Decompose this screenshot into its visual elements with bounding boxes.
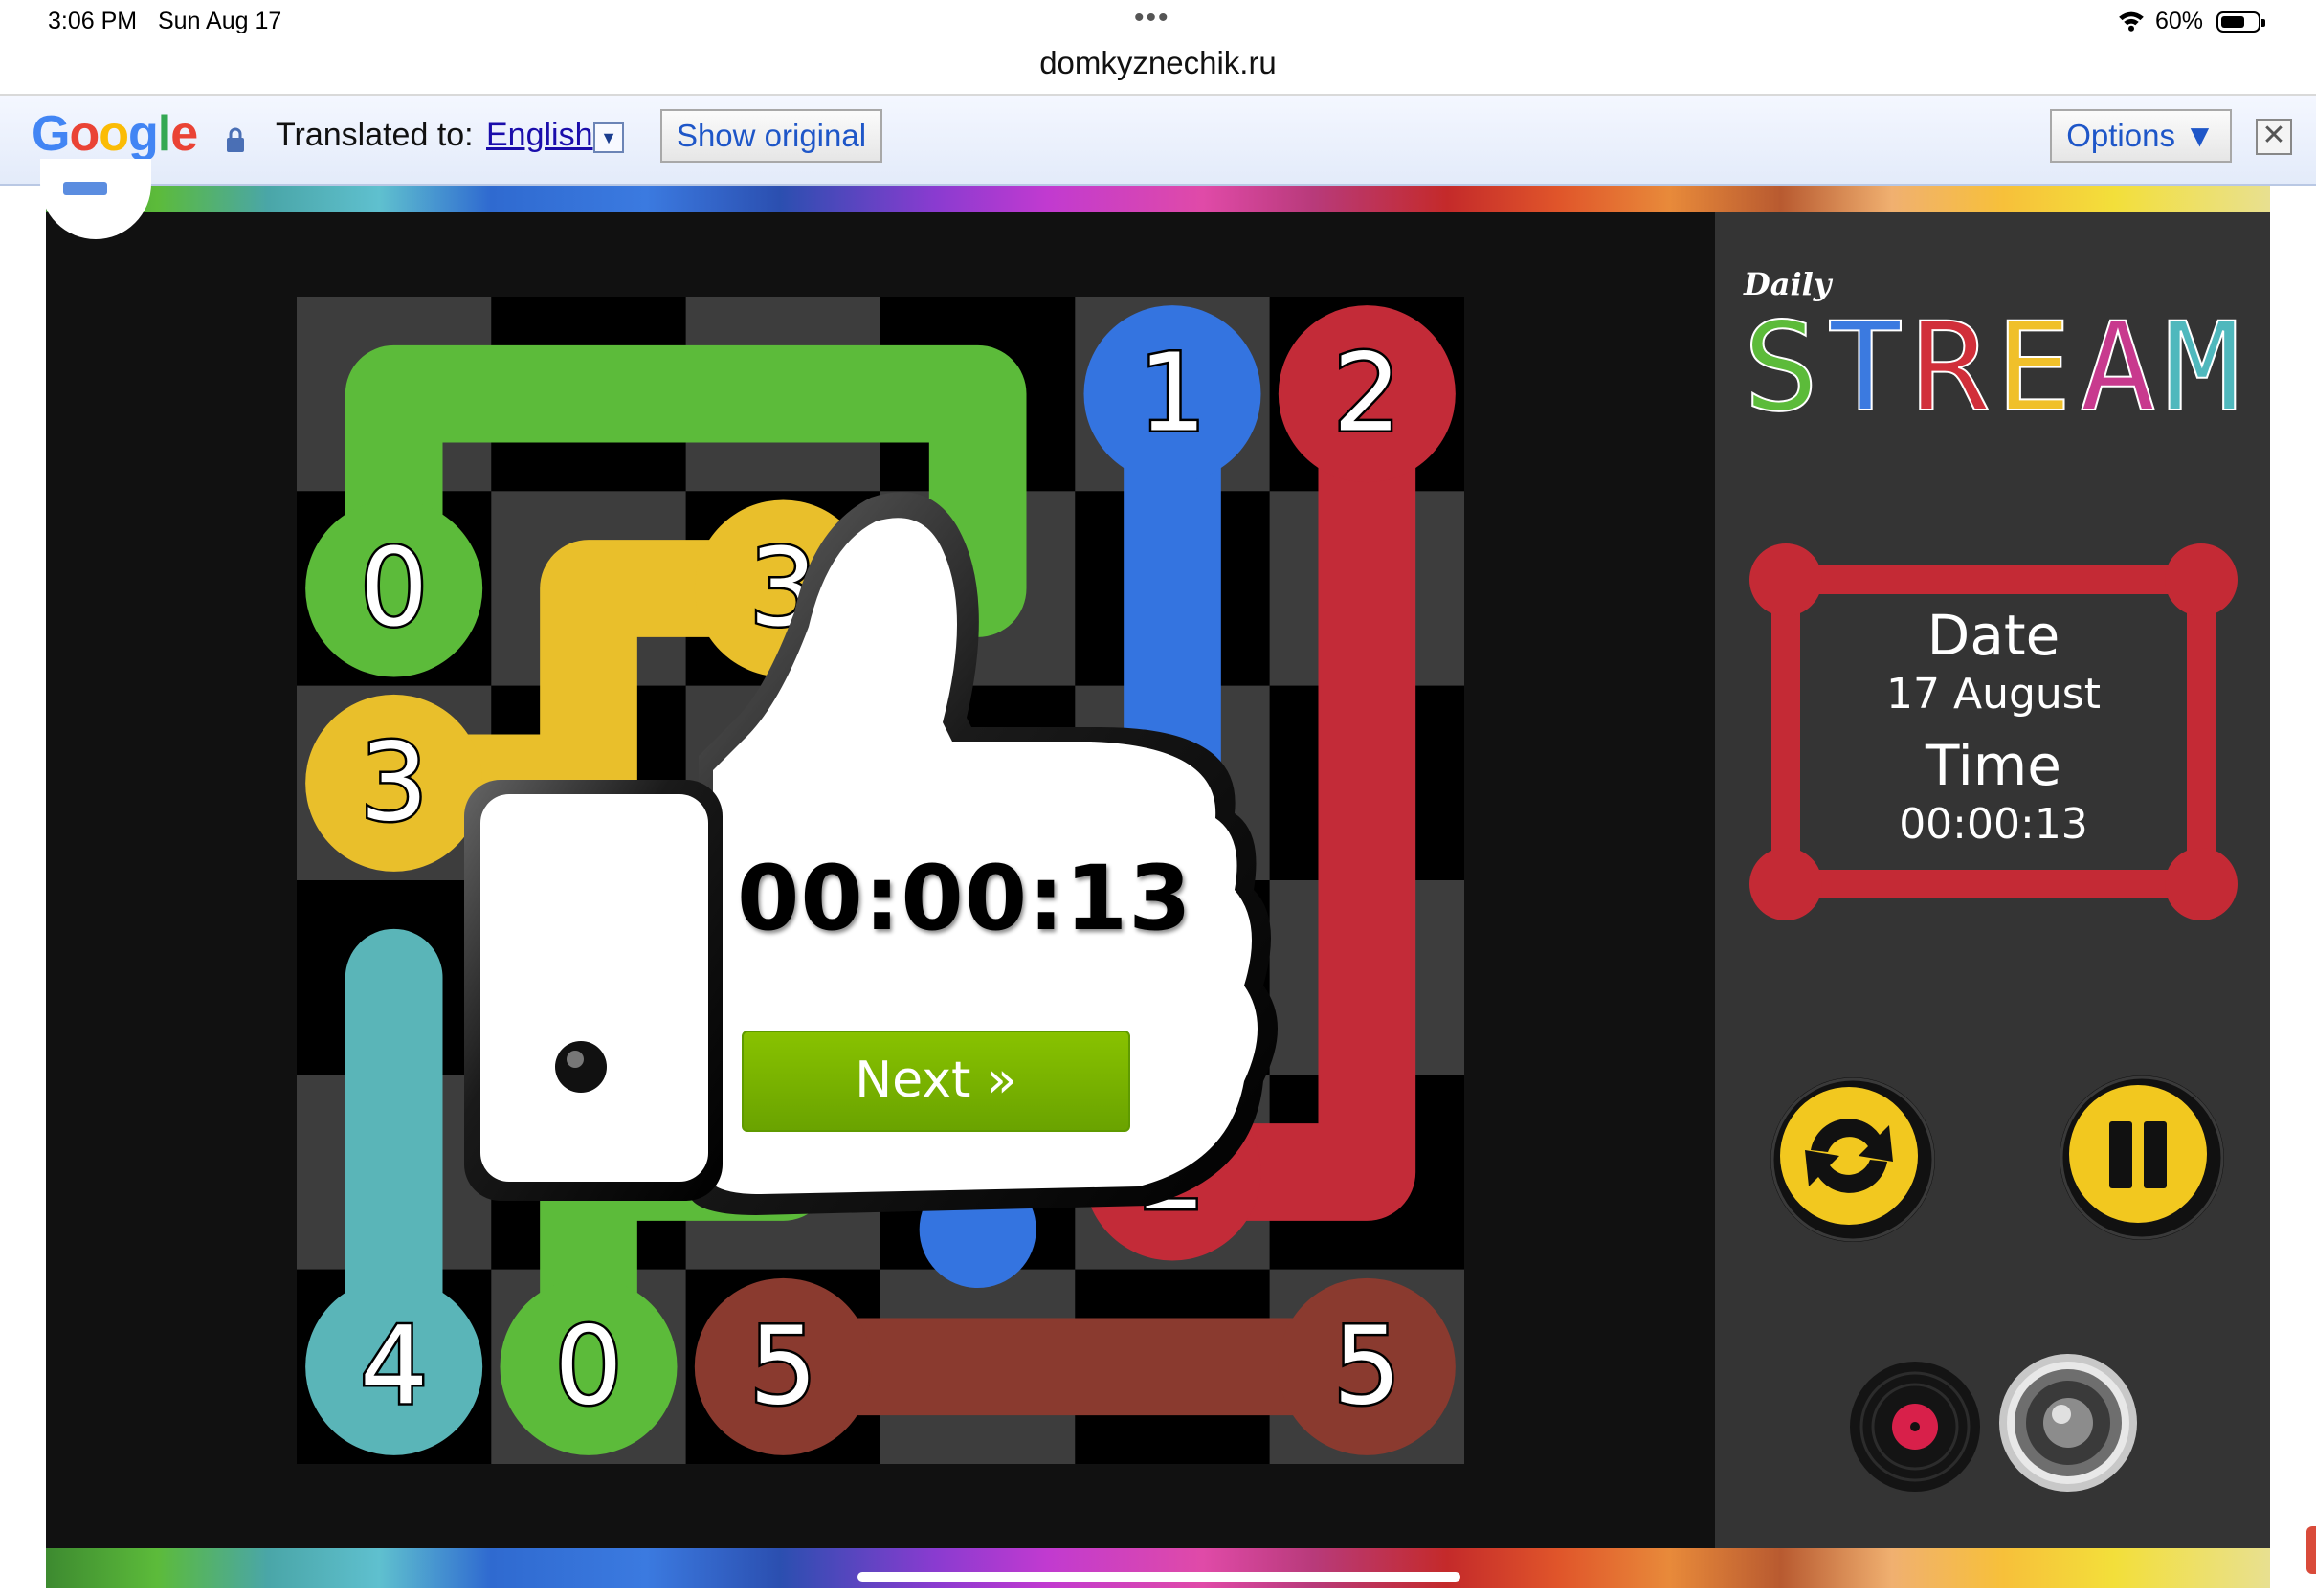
time-label: Time [1926,733,2061,798]
show-original-button[interactable]: Show original [660,109,882,163]
url-bar[interactable]: domkyznechik.ru [0,42,2316,94]
back-arrow-icon [63,182,107,195]
time-value: 00:00:13 [1899,800,2088,849]
endpoint-label: 5 [1333,1304,1401,1429]
speaker-icon [1999,1354,2137,1492]
popup-timer: 00:00:13 [737,847,1192,951]
multitasking-dots[interactable]: ••• [1134,2,1170,34]
lock-icon [227,127,244,152]
info-panel-frame [1749,543,2238,920]
status-date: Sun Aug 17 [158,8,282,34]
endpoint-label: 5 [749,1304,817,1429]
translated-to-label: Translated to: [276,117,474,153]
battery-icon [2216,11,2265,33]
language-dropdown-icon[interactable]: ▼ [593,122,624,153]
endpoint-label: 0 [554,1304,622,1429]
next-button[interactable]: Next » [742,1031,1130,1132]
music-toggle[interactable] [1847,1359,1983,1495]
options-button[interactable]: Options ▼ [2050,109,2232,163]
pause-button[interactable] [2056,1072,2228,1244]
restart-button[interactable] [1767,1074,1939,1246]
endpoint-label: 2 [1333,332,1401,456]
google-logo: Google [32,106,198,162]
home-indicator[interactable] [857,1572,1460,1582]
battery-percent: 60% [2155,8,2204,34]
status-bar: 3:06 PM Sun Aug 17 ••• 60% [0,0,2316,46]
vinyl-record-icon [1850,1362,1980,1492]
logo-letter: E [1995,297,2072,439]
endpoint-label: 1 [1138,332,1206,456]
language-link[interactable]: English [486,117,593,154]
close-translate-button[interactable]: ✕ [2256,119,2292,155]
logo-letter: M [2164,297,2240,439]
endpoint-label: 3 [360,720,428,845]
logo-letter: T [1827,297,1904,439]
translate-bar: Google Translated to: English ▼ Show ori… [0,96,2316,186]
endpoint-label: 4 [360,1304,428,1429]
rainbow-strip-bottom [46,1548,2270,1588]
rainbow-strip-top [46,186,2270,214]
sound-toggle[interactable] [1996,1351,2140,1495]
endpoint-label: 0 [360,526,428,651]
date-value: 17 August [1886,670,2101,719]
wifi-icon [2119,11,2144,32]
logo-letter: A [2080,297,2156,439]
logo-letter: S [1743,297,1819,439]
logo-letter: R [1911,297,1989,439]
side-tab[interactable] [2306,1526,2316,1574]
stream-logo: STREAM [1742,296,2241,440]
status-time: 3:06 PM [48,8,138,34]
date-label: Date [1926,603,2060,668]
